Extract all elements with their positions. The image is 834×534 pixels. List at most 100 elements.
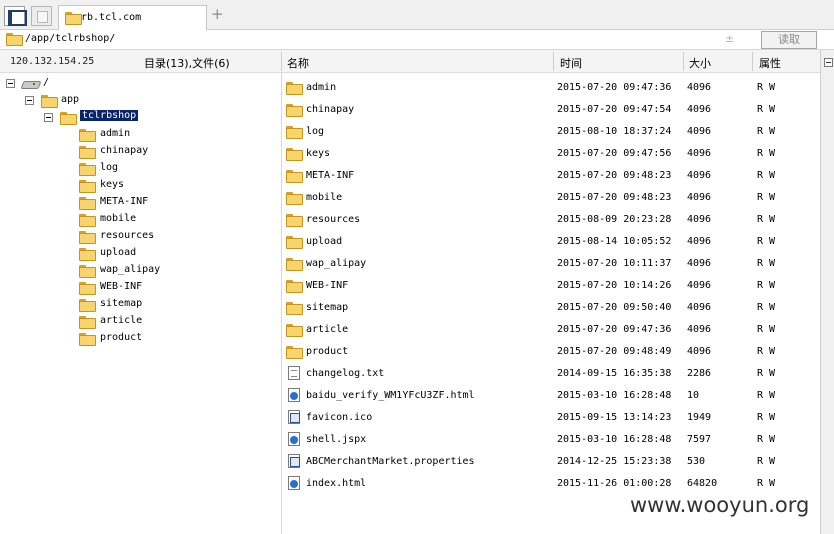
jspx-file-icon [288, 432, 300, 446]
page-icon-button[interactable] [31, 6, 52, 26]
file-size: 2286 [687, 368, 712, 379]
tree-node-child[interactable]: log [0, 160, 180, 176]
file-attr: R W [757, 390, 776, 401]
tab-bar: rb.tcl.com + [0, 0, 834, 30]
tree-node-child[interactable]: upload [0, 245, 180, 261]
file-time: 2015-07-20 09:48:49 [557, 346, 672, 357]
column-header-attr[interactable]: 属性 [759, 55, 781, 71]
file-row[interactable]: sitemap 2015-07-20 09:50:40 4096 R W [282, 296, 820, 318]
folder-icon [79, 180, 96, 193]
tree-node-root[interactable]: / [0, 75, 120, 91]
file-row[interactable]: baidu_verify_WM1YFcU3ZF.html 2015-03-10 1… [282, 384, 820, 406]
folder-icon [79, 197, 96, 210]
tree-node-child[interactable]: mobile [0, 211, 180, 227]
file-row[interactable]: admin 2015-07-20 09:47:36 4096 R W [282, 76, 820, 98]
file-row[interactable]: keys 2015-07-20 09:47:56 4096 R W [282, 142, 820, 164]
file-row[interactable]: upload 2015-08-14 10:05:52 4096 R W [282, 230, 820, 252]
collapse-toggle-icon[interactable] [824, 58, 833, 67]
tree-label-selected: tclrbshop [80, 110, 139, 121]
file-row[interactable]: favicon.ico 2015-09-15 13:14:23 1949 R W [282, 406, 820, 428]
file-row[interactable]: wap_alipay 2015-07-20 10:11:37 4096 R W [282, 252, 820, 274]
file-row[interactable]: ABCMerchantMarket.properties 2014-12-25 1… [282, 450, 820, 472]
file-name: chinapay [306, 104, 355, 115]
read-button[interactable]: 读取 [761, 31, 817, 49]
folder-icon [286, 302, 303, 315]
column-header-time[interactable]: 时间 [560, 55, 582, 71]
tree-node-child[interactable]: product [0, 330, 180, 346]
file-row[interactable]: resources 2015-08-09 20:23:28 4096 R W [282, 208, 820, 230]
tree-node-child[interactable]: resources [0, 228, 180, 244]
file-list: admin 2015-07-20 09:47:36 4096 R W chinapay 2… [282, 73, 820, 534]
file-row[interactable]: changelog.txt 2014-09-15 16:35:38 2286 R W [282, 362, 820, 384]
file-row[interactable]: shell.jspx 2015-03-10 16:28:48 7597 R W [282, 428, 820, 450]
file-row[interactable]: WEB-INF 2015-07-20 10:14:26 4096 R W [282, 274, 820, 296]
up-down-icon[interactable]: ± [725, 32, 734, 45]
column-divider [281, 52, 282, 71]
folder-icon [286, 346, 303, 359]
file-time: 2015-07-20 10:11:37 [557, 258, 672, 269]
file-row[interactable]: log 2015-08-10 18:37:24 4096 R W [282, 120, 820, 142]
html-file-icon [288, 476, 300, 490]
tree-node-child[interactable]: META-INF [0, 194, 180, 210]
tree-node-child[interactable]: article [0, 313, 180, 329]
collapse-icon[interactable] [44, 113, 53, 122]
tree-node-child[interactable]: keys [0, 177, 180, 193]
file-attr: R W [757, 346, 776, 357]
file-row[interactable]: article 2015-07-20 09:47:36 4096 R W [282, 318, 820, 340]
folder-icon [79, 282, 96, 295]
path-input[interactable]: /app/tclrbshop/ [25, 33, 115, 44]
folder-icon [79, 163, 96, 176]
file-size: 4096 [687, 258, 712, 269]
folder-icon [41, 95, 58, 108]
tab-active[interactable]: rb.tcl.com [58, 5, 207, 30]
tree-node-child[interactable]: wap_alipay [0, 262, 180, 278]
file-row[interactable]: chinapay 2015-07-20 09:47:54 4096 R W [282, 98, 820, 120]
text-file-icon [288, 366, 300, 380]
tree-label: app [61, 94, 80, 105]
folder-icon [286, 192, 303, 205]
tree-node-tclrbshop[interactable]: tclrbshop [0, 109, 150, 125]
tree-node-child[interactable]: WEB-INF [0, 279, 180, 295]
file-name: changelog.txt [306, 368, 385, 379]
tree-node-app[interactable]: app [0, 92, 120, 108]
tree-node-child[interactable]: admin [0, 126, 180, 142]
tree-label: mobile [100, 213, 137, 224]
folder-icon [79, 333, 96, 346]
file-row[interactable]: mobile 2015-07-20 09:48:23 4096 R W [282, 186, 820, 208]
file-size: 7597 [687, 434, 712, 445]
dir-file-counts: 目录(13),文件(6) [144, 57, 230, 70]
file-name: favicon.ico [306, 412, 373, 423]
file-size: 4096 [687, 170, 712, 181]
file-name: mobile [306, 192, 343, 203]
file-name: index.html [306, 478, 367, 489]
tree-node-child[interactable]: sitemap [0, 296, 180, 312]
file-attr: R W [757, 412, 776, 423]
collapse-icon[interactable] [6, 79, 15, 88]
file-row[interactable]: index.html 2015-11-26 01:00:28 64820 R W [282, 472, 820, 494]
file-size: 10 [687, 390, 700, 401]
collapse-icon[interactable] [25, 96, 34, 105]
file-size: 1949 [687, 412, 712, 423]
folder-icon [60, 112, 77, 125]
tree-label: product [100, 332, 143, 343]
folder-icon [79, 146, 96, 159]
file-time: 2015-03-10 16:28:48 [557, 390, 672, 401]
file-time: 2015-08-14 10:05:52 [557, 236, 672, 247]
file-size: 4096 [687, 346, 712, 357]
tree-label: upload [100, 247, 137, 258]
column-header-size[interactable]: 大小 [689, 55, 711, 71]
file-row[interactable]: META-INF 2015-07-20 09:48:23 4096 R W [282, 164, 820, 186]
file-attr: R W [757, 148, 776, 159]
file-name: WEB-INF [306, 280, 349, 291]
tree-node-child[interactable]: chinapay [0, 143, 180, 159]
folder-icon [286, 214, 303, 227]
column-header-name[interactable]: 名称 [287, 55, 309, 71]
add-tab-button[interactable]: + [211, 7, 224, 22]
panel-toggle-button[interactable] [4, 6, 27, 26]
file-name: ABCMerchantMarket.properties [306, 456, 475, 467]
file-size: 4096 [687, 126, 712, 137]
watermark: www.wooyun.org [628, 492, 812, 518]
file-row[interactable]: product 2015-07-20 09:48:49 4096 R W [282, 340, 820, 362]
file-attr: R W [757, 456, 776, 467]
file-time: 2015-07-20 09:48:23 [557, 170, 672, 181]
